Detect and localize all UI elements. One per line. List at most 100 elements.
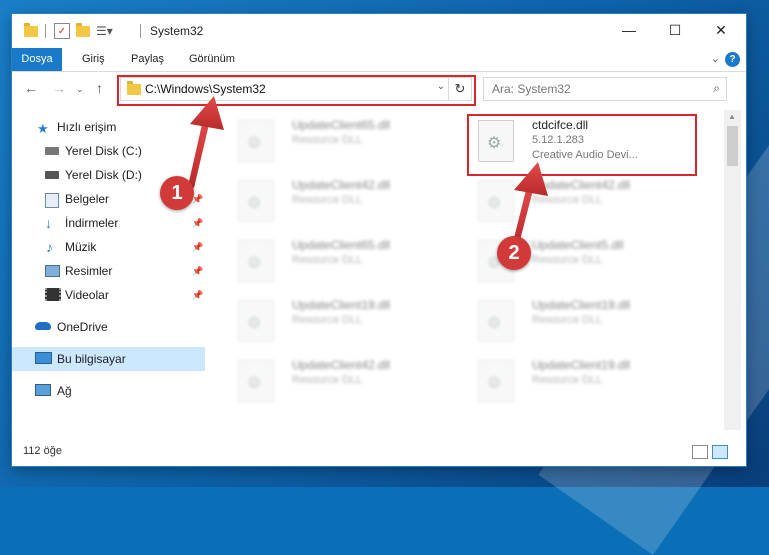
address-dropdown-icon[interactable]: ⌄: [437, 81, 445, 92]
star-icon: ★: [37, 121, 49, 136]
dll-file-icon: ⚙: [238, 300, 274, 342]
dll-file-icon: ⚙: [478, 120, 514, 162]
computer-icon: [35, 352, 52, 364]
file-name: ctdcifce.dll: [532, 118, 589, 132]
sidebar-item-quick-access[interactable]: ★ Hızlı erişim: [12, 115, 205, 139]
sidebar-item-label: OneDrive: [57, 320, 108, 334]
dll-file-icon: ⚙: [478, 360, 514, 402]
list-item[interactable]: ⚙ UpdateClient19.dll Resource DLL: [474, 294, 704, 350]
sidebar-item-local-disk-c[interactable]: Yerel Disk (C:): [12, 139, 205, 163]
new-folder-icon[interactable]: [76, 22, 90, 39]
tab-share[interactable]: Paylaş: [131, 48, 164, 71]
sidebar-item-downloads[interactable]: ↓ İndirmeler 📌: [12, 211, 205, 235]
search-box[interactable]: ⌕: [483, 77, 727, 101]
sidebar-item-music[interactable]: ♪ Müzik 📌: [12, 235, 205, 259]
refresh-icon[interactable]: ↻: [448, 78, 471, 100]
sidebar-item-label: Yerel Disk (D:): [65, 168, 142, 182]
file-name: UpdateClient5.dll: [532, 238, 624, 252]
file-name: UpdateClient65.dll: [292, 118, 391, 132]
scrollbar-thumb[interactable]: [727, 126, 738, 166]
separator: [45, 23, 46, 39]
list-item[interactable]: ⚙ UpdateClient42.dll Resource DLL: [474, 174, 704, 230]
folder-icon: [24, 22, 38, 39]
expand-ribbon-icon[interactable]: ⌄: [711, 52, 720, 65]
forward-arrow-icon[interactable]: →: [52, 80, 66, 96]
sidebar-item-label: Bu bilgisayar: [57, 352, 126, 366]
list-item[interactable]: ⚙ UpdateClient65.dll Resource DLL: [234, 234, 464, 290]
details-view-icon[interactable]: [692, 445, 708, 459]
customize-toolbar-icon[interactable]: ☰▾: [96, 23, 113, 39]
sidebar-item-label: Müzik: [65, 240, 97, 254]
pictures-icon: [45, 265, 60, 277]
maximize-button[interactable]: ☐: [652, 14, 698, 46]
tab-file[interactable]: Dosya: [12, 48, 62, 71]
step-1-badge: 1: [160, 176, 194, 210]
step-2-badge: 2: [497, 236, 531, 270]
tab-view[interactable]: Görünüm: [189, 48, 235, 71]
list-item[interactable]: ⚙ UpdateClient42.dll Resource DLL: [234, 174, 464, 230]
title-separator: [140, 23, 141, 39]
minimize-button[interactable]: —: [606, 14, 652, 46]
dll-file-icon: ⚙: [478, 180, 514, 222]
documents-icon: [45, 193, 59, 208]
close-button[interactable]: ✕: [698, 14, 744, 46]
back-arrow-icon[interactable]: ←: [24, 80, 38, 96]
file-type: Resource DLL: [532, 254, 603, 266]
help-icon[interactable]: ?: [725, 52, 740, 67]
file-list: ⚙ UpdateClient65.dll Resource DLL ⚙ Upda…: [218, 110, 724, 430]
recent-locations-chevron-icon[interactable]: ⌄: [76, 84, 84, 95]
file-name: UpdateClient19.dll: [532, 298, 631, 312]
status-bar: 112 öğe: [12, 438, 746, 466]
scroll-up-arrow-icon[interactable]: ▲: [728, 112, 736, 121]
tab-home[interactable]: Giriş: [82, 48, 105, 71]
large-icons-view-icon[interactable]: [712, 445, 728, 459]
ribbon-tabs: Dosya Giriş Paylaş Görünüm ⌄ ?: [12, 48, 746, 72]
navigation-bar: ← → ⌄ ↑ C:\Windows\System32 ⌄ ↻ ⌕: [12, 72, 746, 106]
file-type: Resource DLL: [292, 314, 363, 326]
search-input[interactable]: [490, 80, 694, 98]
sidebar-item-pictures[interactable]: Resimler 📌: [12, 259, 205, 283]
sidebar-item-onedrive[interactable]: OneDrive: [12, 315, 205, 339]
sidebar-item-videos[interactable]: Videolar 📌: [12, 283, 205, 307]
navigation-pane: ★ Hızlı erişim Yerel Disk (C:) Yerel Dis…: [12, 110, 205, 430]
sidebar-item-label: Ağ: [57, 384, 72, 398]
sidebar-item-this-pc[interactable]: Bu bilgisayar: [12, 347, 205, 371]
file-type: Resource DLL: [532, 194, 603, 206]
dll-file-icon: ⚙: [238, 240, 274, 282]
sidebar-item-network[interactable]: Ağ: [12, 379, 205, 403]
network-icon: [35, 384, 51, 396]
window-title: System32: [150, 24, 204, 38]
address-bar[interactable]: C:\Windows\System32 ⌄ ↻: [120, 77, 472, 101]
sidebar-item-label: Hızlı erişim: [57, 120, 117, 134]
pin-icon[interactable]: 📌: [192, 218, 203, 229]
file-name: UpdateClient42.dll: [292, 358, 391, 372]
file-name: UpdateClient42.dll: [532, 178, 631, 192]
drive-icon: [45, 171, 59, 179]
vertical-scrollbar[interactable]: ▲: [724, 110, 741, 430]
target-dll-file[interactable]: ⚙ ctdcifce.dll 5.12.1.283 Creative Audio…: [474, 114, 704, 170]
list-item[interactable]: ⚙ UpdateClient19.dll Resource DLL: [234, 294, 464, 350]
properties-check-icon[interactable]: ✓: [54, 23, 70, 39]
file-name: UpdateClient19.dll: [532, 358, 631, 372]
file-name: UpdateClient42.dll: [292, 178, 391, 192]
list-item[interactable]: ⚙ UpdateClient19.dll Resource DLL: [474, 354, 704, 410]
item-count: 112 öğe: [23, 445, 62, 457]
download-icon: ↓: [45, 215, 52, 231]
file-type: Resource DLL: [292, 134, 363, 146]
music-icon: ♪: [46, 239, 53, 255]
list-item[interactable]: ⚙ UpdateClient65.dll Resource DLL: [234, 114, 464, 170]
pin-icon[interactable]: 📌: [192, 266, 203, 277]
file-description: Creative Audio Devi...: [532, 149, 638, 161]
up-arrow-icon[interactable]: ↑: [96, 80, 103, 96]
sidebar-item-label: Yerel Disk (C:): [65, 144, 142, 158]
dll-file-icon: ⚙: [478, 300, 514, 342]
sidebar-item-label: Resimler: [65, 264, 113, 278]
file-name: UpdateClient65.dll: [292, 238, 391, 252]
list-item[interactable]: ⚙ UpdateClient42.dll Resource DLL: [234, 354, 464, 410]
title-bar: ✓ ☰▾ System32 — ☐ ✕: [12, 14, 746, 48]
pin-icon[interactable]: 📌: [192, 242, 203, 253]
pin-icon[interactable]: 📌: [192, 290, 203, 301]
sidebar-item-label: İndirmeler: [65, 216, 119, 230]
search-icon[interactable]: ⌕: [713, 81, 720, 96]
file-name: UpdateClient19.dll: [292, 298, 391, 312]
